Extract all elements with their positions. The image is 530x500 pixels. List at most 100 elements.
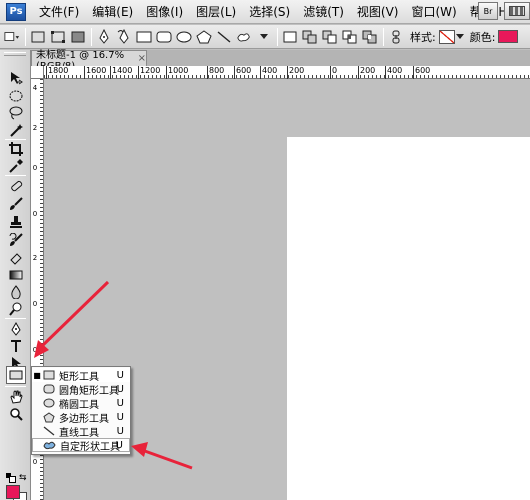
color-swatch[interactable]	[498, 30, 519, 43]
toolbox: ⇆	[0, 50, 31, 500]
selected-bullet-icon: ■	[33, 370, 41, 380]
toolbox-divider	[5, 386, 26, 387]
workspace-button[interactable]	[504, 2, 530, 20]
move-tool-icon[interactable]	[8, 70, 24, 86]
document-canvas[interactable]	[287, 137, 530, 500]
flyout-item-shortcut: U	[116, 425, 124, 437]
line-icon	[42, 425, 56, 437]
exclude-shape-icon[interactable]	[362, 29, 378, 45]
line-shape-icon[interactable]	[216, 29, 232, 45]
menu-filter[interactable]: 滤镜(T)	[303, 3, 344, 20]
flyout-item-line[interactable]: 直线工具 U	[32, 424, 130, 439]
flyout-item-custom-shape[interactable]: 自定形状工具 U	[32, 438, 130, 453]
ruler-label: 4	[32, 84, 38, 92]
ruler-label: 2	[32, 124, 38, 132]
ruler-label: 0	[32, 346, 38, 354]
type-tool-icon[interactable]	[8, 338, 24, 354]
custom-shape-icon[interactable]	[236, 29, 252, 45]
paths-icon[interactable]	[50, 29, 66, 45]
intersect-shape-icon[interactable]	[342, 29, 358, 45]
pen-tool-icon[interactable]	[96, 28, 112, 45]
magic-wand-icon[interactable]	[8, 122, 24, 138]
blur-tool-icon[interactable]	[8, 284, 24, 300]
ruler-origin[interactable]	[31, 66, 44, 79]
rounded-rectangle-icon	[42, 383, 56, 395]
freeform-pen-icon[interactable]	[116, 28, 132, 45]
menu-image[interactable]: 图像(I)	[146, 3, 183, 20]
dodge-tool-icon[interactable]	[8, 301, 24, 317]
chevron-down-icon[interactable]	[256, 29, 272, 45]
ruler-label: 0	[32, 164, 38, 172]
shape-tool-flyout: ■ 矩形工具 U 圆角矩形工具 U 椭圆工具 U 多边形工具 U 直线工具 U …	[31, 366, 131, 455]
hand-tool-icon[interactable]	[8, 389, 24, 405]
pen-tool-icon[interactable]	[8, 321, 24, 337]
healing-brush-icon[interactable]	[8, 178, 24, 194]
rectangle-shape-icon[interactable]	[136, 29, 152, 45]
polygon-shape-icon[interactable]	[196, 29, 212, 45]
ruler-label: 0	[32, 210, 38, 218]
crop-tool-icon[interactable]	[8, 141, 24, 157]
clone-stamp-icon[interactable]	[8, 214, 24, 230]
menu-file[interactable]: 文件(F)	[39, 3, 79, 20]
eyedropper-tool-icon[interactable]	[8, 158, 24, 174]
flyout-item-rectangle[interactable]: ■ 矩形工具 U	[32, 368, 130, 383]
flyout-item-shortcut: U	[115, 439, 123, 451]
menu-window[interactable]: 窗口(W)	[411, 3, 456, 20]
style-picker[interactable]	[438, 29, 455, 44]
menu-bar: Ps 文件(F) 编辑(E) 图像(I) 图层(L) 选择(S) 滤镜(T) 视…	[0, 0, 530, 24]
brush-tool-icon[interactable]	[8, 196, 24, 212]
menu-view[interactable]: 视图(V)	[357, 3, 399, 20]
rectangle-tool-icon[interactable]	[6, 366, 26, 384]
new-shape-layer-icon[interactable]	[282, 29, 298, 45]
lasso-tool-icon[interactable]	[8, 105, 24, 121]
flyout-item-polygon[interactable]: 多边形工具 U	[32, 410, 130, 425]
ruler-label: 0	[329, 66, 338, 79]
workspace-icon	[509, 6, 525, 16]
ruler-label: 400	[259, 66, 278, 79]
style-chevron-down-icon[interactable]	[455, 29, 464, 45]
eraser-tool-icon[interactable]	[8, 250, 24, 266]
menu-select[interactable]: 选择(S)	[249, 3, 290, 20]
toolbox-divider	[5, 318, 26, 319]
document-tab[interactable]: 未标题-1 @ 16.7%(RGB/8) ×	[31, 50, 147, 72]
menu-layer[interactable]: 图层(L)	[196, 3, 236, 20]
ruler-label: 2	[32, 254, 38, 262]
toolbox-divider	[5, 175, 26, 176]
fill-pixels-icon[interactable]	[70, 29, 86, 45]
gradient-tool-icon[interactable]	[8, 267, 24, 283]
history-brush-icon[interactable]	[8, 232, 24, 248]
flyout-item-ellipse[interactable]: 椭圆工具 U	[32, 396, 130, 411]
separator	[277, 27, 278, 46]
flyout-item-shortcut: U	[116, 397, 124, 409]
tool-preset-picker[interactable]	[4, 29, 20, 45]
link-icon[interactable]	[388, 29, 404, 45]
close-icon[interactable]: ×	[138, 53, 146, 64]
ruler-label: 600	[233, 66, 252, 79]
rounded-rect-shape-icon[interactable]	[156, 29, 172, 45]
toolbox-divider	[5, 139, 26, 140]
separator	[383, 27, 384, 46]
flyout-item-label: 圆角矩形工具	[59, 385, 119, 397]
marquee-tool-icon[interactable]	[8, 88, 24, 104]
separator	[91, 27, 92, 46]
add-to-shape-icon[interactable]	[302, 29, 318, 45]
shape-layers-icon[interactable]	[30, 29, 46, 45]
ruler-label: 1800	[45, 66, 69, 79]
default-colors-icon[interactable]	[6, 473, 16, 483]
horizontal-ruler[interactable]: 1800 1600 1400 1200 1000 800 600 400 200…	[44, 66, 530, 79]
foreground-color-swatch[interactable]	[6, 485, 20, 499]
flyout-item-rounded-rectangle[interactable]: 圆角矩形工具 U	[32, 382, 130, 397]
flyout-item-shortcut: U	[116, 411, 124, 423]
flyout-item-label: 椭圆工具	[59, 399, 99, 411]
style-label: 样式:	[410, 30, 436, 44]
ellipse-shape-icon[interactable]	[176, 29, 192, 45]
flyout-item-label: 矩形工具	[59, 371, 99, 383]
swap-colors-icon[interactable]: ⇆	[19, 473, 27, 483]
ruler-label: 1200	[137, 66, 161, 79]
zoom-tool-icon[interactable]	[8, 406, 24, 422]
ruler-label: 0	[32, 458, 38, 466]
subtract-shape-icon[interactable]	[322, 29, 338, 45]
toolbox-grip[interactable]	[4, 52, 26, 56]
menu-edit[interactable]: 编辑(E)	[92, 3, 133, 20]
bridge-button[interactable]: Br	[478, 2, 498, 20]
